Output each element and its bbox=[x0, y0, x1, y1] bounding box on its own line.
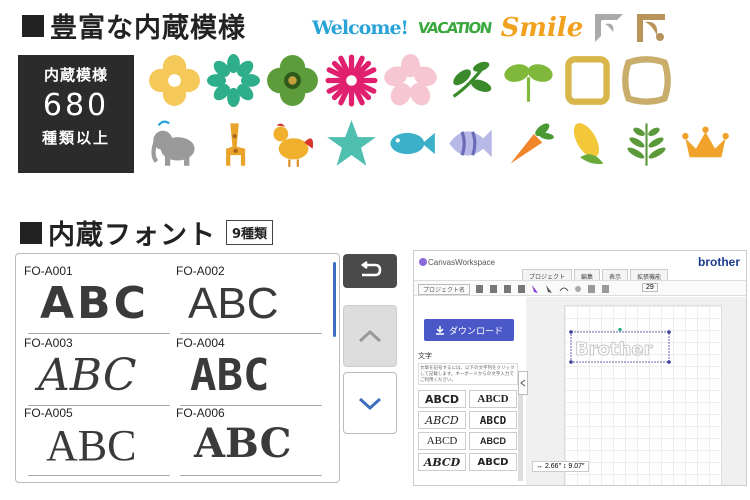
motif-row-2 bbox=[148, 117, 732, 170]
teal-flower-icon bbox=[207, 54, 260, 107]
cw-font-item[interactable]: ABCD bbox=[418, 411, 466, 429]
canvas-workspace-window: CanvasWorkspace brother プロジェクト 編集 表示 拡張機… bbox=[413, 250, 747, 486]
font-sample: ABC bbox=[194, 420, 292, 467]
ornate-frame-icon bbox=[622, 56, 671, 105]
project-name-field[interactable]: プロジェクト名 bbox=[418, 284, 471, 295]
font-code: FO-A002 bbox=[176, 264, 225, 278]
mat-text: Brother bbox=[575, 339, 653, 360]
cw-font-list: ABCD ABCD ABCD ABCD ABCD ABCD ABCD ABCD bbox=[418, 390, 518, 471]
fern-icon bbox=[627, 123, 666, 166]
heading-square-icon bbox=[20, 221, 42, 244]
download-label: ダウンロード bbox=[448, 325, 503, 336]
sample-logos: Welcome! VACATION Smile bbox=[312, 12, 667, 44]
font-sample: ABC bbox=[40, 278, 149, 329]
count-box-number: 680 bbox=[42, 88, 110, 123]
font-cell-a004[interactable]: FO-A004 ABC bbox=[176, 336, 326, 406]
font-sample: ABC bbox=[38, 350, 137, 401]
toolbar-icons[interactable] bbox=[474, 283, 614, 295]
back-button[interactable] bbox=[343, 254, 397, 288]
vacation-logo: VACATION bbox=[416, 19, 492, 37]
download-button[interactable]: ダウンロード bbox=[424, 319, 514, 341]
giraffe-icon bbox=[226, 123, 246, 166]
brother-logo: brother bbox=[698, 255, 740, 269]
cw-toolbar: プロジェクト名 29 bbox=[414, 280, 746, 296]
font-count-badge: 9種類 bbox=[226, 220, 274, 245]
cw-font-item[interactable]: ABCD bbox=[418, 390, 466, 408]
font-code: FO-A004 bbox=[176, 336, 225, 350]
carrot-icon bbox=[510, 123, 554, 164]
selected-text-object[interactable]: Brother bbox=[569, 328, 673, 368]
patterns-heading-text: 豊富な内蔵模様 bbox=[50, 13, 246, 44]
cw-font-item[interactable]: ABCD bbox=[418, 432, 466, 450]
font-sample: ABC bbox=[46, 421, 137, 470]
cherry-blossom-icon bbox=[384, 54, 437, 106]
gold-frame-icon bbox=[565, 56, 610, 105]
cw-font-item[interactable]: ABCD bbox=[469, 390, 517, 408]
font-cell-a002[interactable]: FO-A002 ABC bbox=[176, 264, 326, 334]
collapse-panel-button[interactable] bbox=[518, 371, 528, 395]
text-description: 文章を記号するには、以下の文字列をクリックして記載します。キーボードからの文字入… bbox=[418, 363, 518, 385]
corner-ornament-gold-icon bbox=[637, 14, 666, 42]
scroll-down-button[interactable] bbox=[343, 372, 397, 434]
smile-logo: Smile bbox=[500, 13, 584, 43]
cw-font-item[interactable]: ABCD bbox=[469, 411, 517, 429]
green-flower-icon bbox=[267, 55, 318, 106]
font-code: FO-A001 bbox=[24, 264, 73, 278]
corner-ornament-gray-icon bbox=[595, 14, 624, 42]
cw-font-list-scrollbar[interactable] bbox=[518, 391, 523, 481]
fonts-heading: 内蔵フォント 9種類 bbox=[20, 213, 274, 252]
cw-font-item[interactable]: ABCD bbox=[469, 453, 517, 471]
chevron-down-icon bbox=[358, 397, 382, 411]
font-code: FO-A006 bbox=[176, 406, 225, 420]
zoom-input[interactable]: 29 bbox=[642, 283, 658, 292]
patterns-heading: 豊富な内蔵模様 bbox=[22, 6, 246, 45]
yellow-flower-icon bbox=[149, 55, 200, 106]
fish-icon bbox=[390, 132, 435, 155]
starfish-icon bbox=[327, 120, 376, 166]
corn-icon bbox=[573, 123, 604, 165]
motif-row-1 bbox=[148, 54, 673, 107]
pink-daisy-icon bbox=[325, 54, 378, 107]
cw-app-name: CanvasWorkspace bbox=[428, 257, 495, 267]
font-cell-a003[interactable]: FO-A003 ABC bbox=[24, 336, 174, 406]
font-cell-a006[interactable]: FO-A006 ABC bbox=[176, 406, 326, 476]
count-box-line3: 種類以上 bbox=[41, 129, 110, 147]
font-code: FO-A005 bbox=[24, 406, 73, 420]
chevron-up-icon bbox=[358, 329, 382, 343]
count-box-line1: 内蔵模様 bbox=[43, 66, 108, 84]
fonts-heading-text: 内蔵フォント bbox=[48, 220, 216, 251]
cw-canvas-area[interactable]: Brother bbox=[526, 297, 746, 485]
font-sample: ABC bbox=[190, 350, 270, 401]
crown-icon bbox=[682, 126, 729, 158]
download-icon bbox=[435, 326, 444, 335]
font-cell-a001[interactable]: FO-A001 ABC bbox=[24, 264, 174, 334]
sprout-icon bbox=[504, 64, 553, 102]
cw-font-item[interactable]: ABCD bbox=[418, 453, 466, 471]
rooster-icon bbox=[273, 123, 313, 167]
welcome-logo: Welcome! bbox=[312, 17, 409, 39]
object-size-readout: ↔ 2.66″ ↕ 9.07″ bbox=[532, 461, 589, 472]
font-code: FO-A003 bbox=[24, 336, 73, 350]
elephant-icon bbox=[151, 120, 195, 166]
pattern-count-box: 内蔵模様 680 種類以上 bbox=[18, 55, 134, 173]
text-panel-label: 文字 bbox=[418, 353, 432, 360]
font-sample: ABC bbox=[188, 279, 279, 328]
angelfish-icon bbox=[449, 129, 492, 158]
leaf-sprig-icon bbox=[452, 61, 492, 98]
cw-font-item[interactable]: ABCD bbox=[469, 432, 517, 450]
chevron-left-icon bbox=[520, 379, 526, 387]
font-list-scrollbar[interactable] bbox=[333, 262, 336, 337]
font-cell-a005[interactable]: FO-A005 ABC bbox=[24, 406, 174, 476]
font-selection-panel: FO-A001 ABC FO-A002 ABC FO-A003 ABC FO-A… bbox=[15, 253, 340, 483]
return-arrow-icon bbox=[360, 261, 382, 277]
scroll-up-button[interactable] bbox=[343, 305, 397, 367]
heading-square-icon bbox=[22, 14, 44, 37]
app-logo-icon bbox=[419, 258, 427, 266]
cutting-mat[interactable]: Brother bbox=[564, 305, 722, 485]
